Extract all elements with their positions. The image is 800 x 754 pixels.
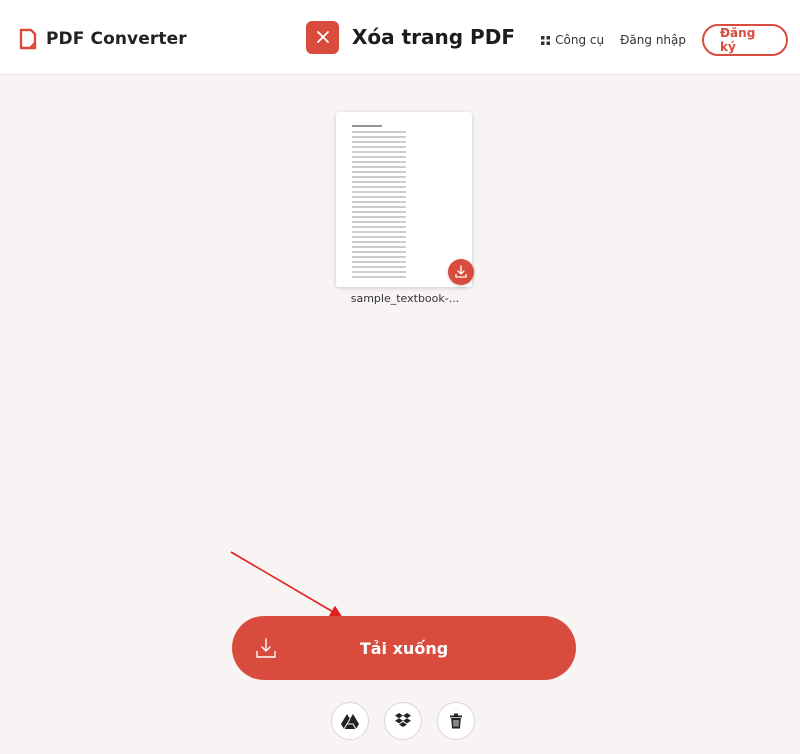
file-actions — [331, 702, 475, 740]
page-title: Xóa trang PDF — [352, 25, 515, 49]
delete-button[interactable] — [437, 702, 475, 740]
logo-icon — [19, 28, 37, 50]
file-name: sample_textbook-... — [350, 292, 460, 305]
dropbox-button[interactable] — [384, 702, 422, 740]
google-drive-button[interactable] — [331, 702, 369, 740]
pdf-page-preview — [352, 125, 406, 278]
google-drive-icon — [341, 714, 359, 729]
logo-text: PDF Converter — [46, 29, 187, 49]
logo[interactable]: PDF Converter — [18, 27, 187, 51]
login-link[interactable]: Đăng nhập — [620, 33, 686, 47]
top-header: PDF Converter Xóa trang PDF Công cụ Đăng… — [0, 0, 800, 75]
file-download-button[interactable] — [448, 259, 474, 285]
tools-label: Công cụ — [555, 33, 605, 47]
signup-button[interactable]: Đăng ký — [702, 24, 788, 56]
file-thumbnail[interactable] — [336, 112, 474, 287]
download-button[interactable]: Tải xuống — [232, 616, 576, 680]
annotation-arrow — [230, 551, 343, 618]
download-icon — [455, 265, 467, 278]
tool-badge — [306, 20, 339, 54]
close-icon — [316, 31, 329, 43]
top-nav: Công cụ Đăng nhập Đăng ký — [541, 24, 788, 56]
tools-menu[interactable]: Công cụ — [541, 33, 604, 47]
download-button-label: Tải xuống — [359, 638, 449, 658]
grid-icon — [541, 35, 551, 45]
dropbox-icon — [395, 713, 411, 727]
trash-icon — [450, 713, 462, 729]
tool-title: Xóa trang PDF — [306, 20, 515, 54]
